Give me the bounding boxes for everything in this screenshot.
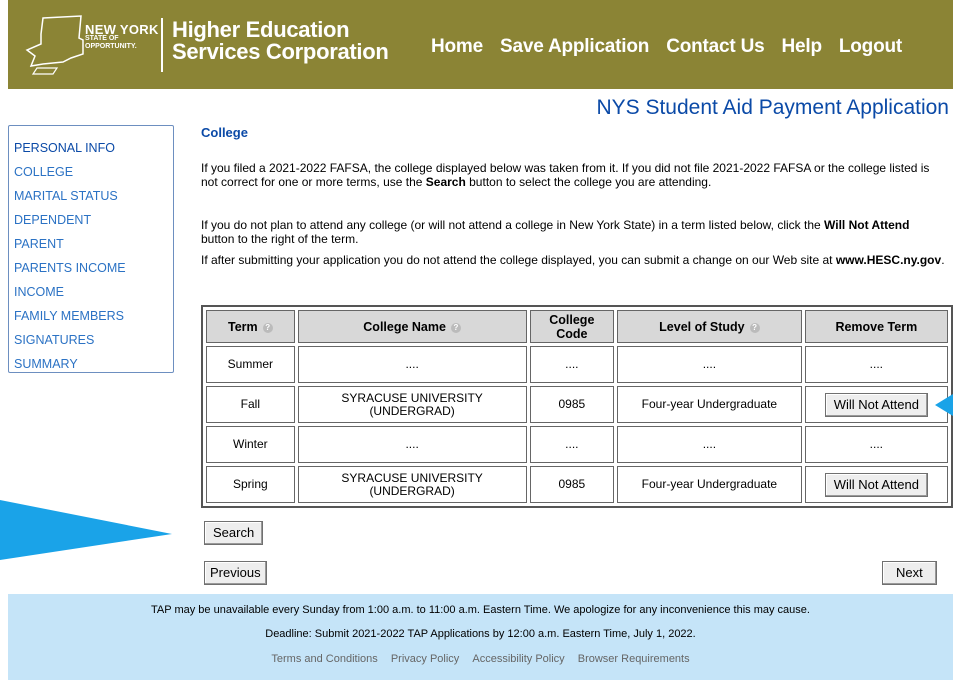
sidebar-item-dependent[interactable]: DEPENDENT bbox=[9, 208, 173, 232]
sidebar-item-signatures[interactable]: SIGNATURES bbox=[9, 328, 173, 352]
help-icon[interactable]: ? bbox=[450, 322, 461, 333]
table-row: Spring SYRACUSE UNIVERSITY (UNDERGRAD) 09… bbox=[206, 466, 948, 503]
cell-college: SYRACUSE UNIVERSITY (UNDERGRAD) bbox=[297, 466, 527, 503]
nav-logout[interactable]: Logout bbox=[839, 36, 902, 58]
pointer-arrow-icon bbox=[935, 394, 953, 416]
site-footer: TAP may be unavailable every Sunday from… bbox=[8, 594, 953, 680]
cell-college: .... bbox=[297, 346, 527, 383]
nys-logo[interactable]: NEW YORK STATE OF OPPORTUNITY. bbox=[23, 10, 173, 78]
nav-home[interactable]: Home bbox=[431, 36, 483, 58]
link-browser-requirements[interactable]: Browser Requirements bbox=[578, 653, 690, 665]
cell-level: Four-year Undergraduate bbox=[617, 466, 802, 503]
col-header-remove-term: Remove Term bbox=[804, 310, 948, 343]
instructions-fafsa: If you filed a 2021-2022 FAFSA, the coll… bbox=[201, 161, 930, 189]
help-icon[interactable]: ? bbox=[262, 322, 273, 333]
site-header: NEW YORK STATE OF OPPORTUNITY. Higher Ed… bbox=[8, 0, 953, 89]
sidebar-item-income[interactable]: INCOME bbox=[9, 280, 173, 304]
deadline-notice: Deadline: Submit 2021-2022 TAP Applicati… bbox=[265, 628, 696, 640]
cell-code: 0985 bbox=[529, 386, 615, 423]
nav-help[interactable]: Help bbox=[782, 36, 823, 58]
will-not-attend-spring-button[interactable]: Will Not Attend bbox=[824, 472, 928, 497]
cell-term: Spring bbox=[206, 466, 295, 503]
cell-level: Four-year Undergraduate bbox=[617, 386, 802, 423]
cell-level: .... bbox=[617, 346, 802, 383]
cell-college: .... bbox=[297, 426, 527, 463]
col-header-term: Term? bbox=[206, 310, 295, 343]
cell-remove: Will Not Attend bbox=[804, 466, 948, 503]
terms-table: Term? College Name? College Code Level of… bbox=[201, 305, 953, 508]
pointer-arrow-icon bbox=[0, 500, 172, 560]
sidebar: PERSONAL INFO COLLEGE MARITAL STATUS DEP… bbox=[8, 125, 174, 373]
col-header-college-name: College Name? bbox=[297, 310, 527, 343]
table-row: Fall SYRACUSE UNIVERSITY (UNDERGRAD) 0985… bbox=[206, 386, 948, 423]
sidebar-item-personal-info[interactable]: PERSONAL INFO bbox=[9, 136, 173, 160]
cell-term: Winter bbox=[206, 426, 295, 463]
link-terms[interactable]: Terms and Conditions bbox=[271, 653, 377, 665]
cell-remove: Will Not Attend bbox=[804, 386, 948, 423]
link-accessibility[interactable]: Accessibility Policy bbox=[472, 653, 564, 665]
nav-contact-us[interactable]: Contact Us bbox=[666, 36, 764, 58]
sidebar-item-marital-status[interactable]: MARITAL STATUS bbox=[9, 184, 173, 208]
logo-text: NEW YORK STATE OF OPPORTUNITY. bbox=[85, 22, 159, 50]
col-header-level-of-study: Level of Study? bbox=[617, 310, 802, 343]
will-not-attend-fall-button[interactable]: Will Not Attend bbox=[824, 392, 928, 417]
nys-map-icon bbox=[25, 15, 84, 75]
cell-term: Summer bbox=[206, 346, 295, 383]
org-name-line1: Higher Education bbox=[172, 17, 350, 42]
cell-code: .... bbox=[529, 346, 615, 383]
cell-college: SYRACUSE UNIVERSITY (UNDERGRAD) bbox=[297, 386, 527, 423]
org-name-line2: Services Corporation bbox=[172, 39, 389, 64]
instructions-change: If after submitting your application you… bbox=[201, 253, 945, 267]
next-button[interactable]: Next bbox=[882, 561, 937, 585]
table-header-row: Term? College Name? College Code Level of… bbox=[206, 310, 948, 343]
cell-remove: .... bbox=[804, 426, 948, 463]
nav-save-application[interactable]: Save Application bbox=[500, 36, 649, 58]
sidebar-item-college[interactable]: COLLEGE bbox=[9, 160, 173, 184]
org-name[interactable]: Higher Education Services Corporation bbox=[172, 19, 389, 63]
sidebar-item-parent[interactable]: PARENT bbox=[9, 232, 173, 256]
cell-level: .... bbox=[617, 426, 802, 463]
cell-code: .... bbox=[529, 426, 615, 463]
maintenance-notice: TAP may be unavailable every Sunday from… bbox=[151, 604, 810, 616]
table-row: Winter .... .... .... .... bbox=[206, 426, 948, 463]
col-header-college-code: College Code bbox=[529, 310, 615, 343]
page-title: NYS Student Aid Payment Application bbox=[596, 96, 949, 119]
table-row: Summer .... .... .... .... bbox=[206, 346, 948, 383]
link-privacy[interactable]: Privacy Policy bbox=[391, 653, 459, 665]
cell-remove: .... bbox=[804, 346, 948, 383]
instructions-not-attend: If you do not plan to attend any college… bbox=[201, 218, 910, 246]
cell-term: Fall bbox=[206, 386, 295, 423]
footer-links: Terms and Conditions Privacy Policy Acce… bbox=[8, 653, 953, 665]
sidebar-item-parents-income[interactable]: PARENTS INCOME bbox=[9, 256, 173, 280]
sidebar-item-summary[interactable]: SUMMARY bbox=[9, 352, 173, 376]
cell-code: 0985 bbox=[529, 466, 615, 503]
help-icon[interactable]: ? bbox=[749, 322, 760, 333]
main-nav: Home Save Application Contact Us Help Lo… bbox=[431, 36, 919, 58]
sidebar-item-family-members[interactable]: FAMILY MEMBERS bbox=[9, 304, 173, 328]
main-content: College If you filed a 2021-2022 FAFSA, … bbox=[201, 125, 946, 267]
previous-button[interactable]: Previous bbox=[204, 561, 267, 585]
logo-divider bbox=[161, 18, 163, 72]
section-heading: College bbox=[201, 125, 248, 140]
search-button[interactable]: Search bbox=[204, 521, 264, 545]
